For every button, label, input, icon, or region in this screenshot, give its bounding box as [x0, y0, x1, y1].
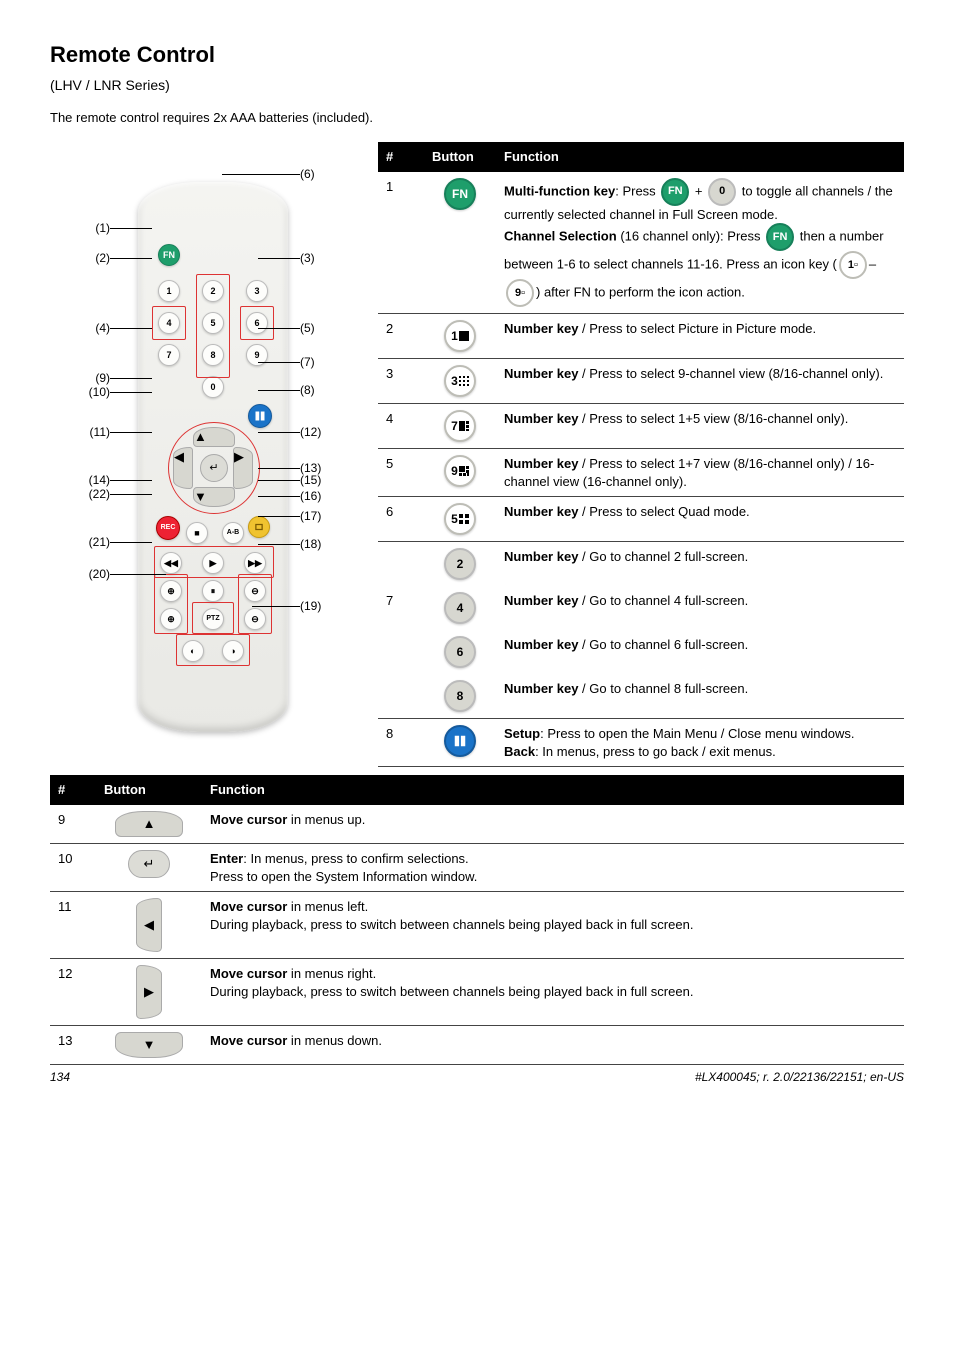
th-btn-2: Button [96, 775, 202, 805]
row-fn: Number key / Go to channel 6 full-screen… [496, 630, 904, 674]
row-btn: ◀ [96, 892, 202, 959]
callout-(10): (10) [50, 384, 110, 400]
row-btn: 8 [424, 674, 496, 719]
row-fn: Move cursor in menus right.During playba… [202, 959, 904, 1026]
row-fn: Number key / Press to select 9-channel v… [496, 359, 904, 404]
row-fn: Number key / Go to channel 2 full-screen… [496, 542, 904, 587]
th-num: # [378, 142, 424, 172]
row-num: 10 [50, 843, 96, 891]
row-btn: ↵ [96, 843, 202, 891]
callout-(17): (17) [300, 508, 360, 524]
callout-(19): (19) [300, 598, 360, 614]
row-btn: FN [424, 172, 496, 314]
row-fn: Move cursor in menus down. [202, 1026, 904, 1065]
row-fn: Number key / Press to select Quad mode. [496, 497, 904, 542]
row-btn: 5 [424, 497, 496, 542]
row-num: 9 [50, 805, 96, 844]
row-fn: Enter: In menus, press to confirm select… [202, 843, 904, 891]
row-num [378, 630, 424, 674]
row-fn: Move cursor in menus up. [202, 805, 904, 844]
row-num: 3 [378, 359, 424, 404]
row-fn: Number key / Press to select Picture in … [496, 314, 904, 359]
row-btn: ▼ [96, 1026, 202, 1065]
th-fn-2: Function [202, 775, 904, 805]
row-num: 7 [378, 586, 424, 630]
row-btn: 4 [424, 586, 496, 630]
subtitle: (LHV / LNR Series) [50, 76, 904, 95]
row-num: 1 [378, 172, 424, 314]
th-fn: Function [496, 142, 904, 172]
page-title: Remote Control [50, 40, 904, 70]
row-fn: Number key / Go to channel 4 full-screen… [496, 586, 904, 630]
callout-(21): (21) [50, 534, 110, 550]
row-btn: 9 [424, 449, 496, 497]
button-table-1: # Button Function 1FNMulti-function key:… [378, 142, 904, 767]
callout-(5): (5) [300, 320, 360, 336]
row-btn: 7 [424, 404, 496, 449]
th-btn: Button [424, 142, 496, 172]
row-num [378, 542, 424, 587]
th-num-2: # [50, 775, 96, 805]
callout-(2): (2) [50, 250, 110, 266]
callout-(7): (7) [300, 354, 360, 370]
callout-(1): (1) [50, 220, 110, 236]
callout-(16): (16) [300, 488, 360, 504]
row-btn: ▶ [96, 959, 202, 1026]
callout-(12): (12) [300, 424, 360, 440]
row-btn: ▲ [96, 805, 202, 844]
row-fn: Setup: Press to open the Main Menu / Clo… [496, 719, 904, 767]
row-num: 5 [378, 449, 424, 497]
row-num: 2 [378, 314, 424, 359]
row-fn: Number key / Press to select 1+5 view (8… [496, 404, 904, 449]
row-btn: 1 [424, 314, 496, 359]
callout-(6): (6) [300, 166, 360, 182]
row-num: 6 [378, 497, 424, 542]
row-num [378, 674, 424, 719]
callout-(11): (11) [50, 424, 110, 440]
row-num: 4 [378, 404, 424, 449]
callout-(20): (20) [50, 566, 110, 582]
callout-(8): (8) [300, 382, 360, 398]
row-btn: 3 [424, 359, 496, 404]
button-table-2: # Button Function 9▲Move cursor in menus… [50, 775, 904, 1065]
callout-(3): (3) [300, 250, 360, 266]
row-btn: 6 [424, 630, 496, 674]
callout-(4): (4) [50, 320, 110, 336]
intro-text: The remote control requires 2x AAA batte… [50, 109, 904, 127]
callout-(18): (18) [300, 536, 360, 552]
doc-id: #LX400045; r. 2.0/22136/22151; en-US [695, 1069, 904, 1085]
row-fn: Number key / Go to channel 8 full-screen… [496, 674, 904, 719]
remote-diagram: FN 1 2 3 4 5 6 7 8 9 0 [50, 142, 360, 762]
callout-(15): (15) [300, 472, 360, 488]
page-number: 134 [50, 1069, 70, 1085]
callout-(22): (22) [50, 486, 110, 502]
row-num: 12 [50, 959, 96, 1026]
row-fn: Move cursor in menus left.During playbac… [202, 892, 904, 959]
row-num: 13 [50, 1026, 96, 1065]
row-btn [424, 719, 496, 767]
row-num: 8 [378, 719, 424, 767]
row-num: 11 [50, 892, 96, 959]
row-fn: Multi-function key: Press FN + 0 to togg… [496, 172, 904, 314]
row-fn: Number key / Press to select 1+7 view (8… [496, 449, 904, 497]
row-btn: 2 [424, 542, 496, 587]
